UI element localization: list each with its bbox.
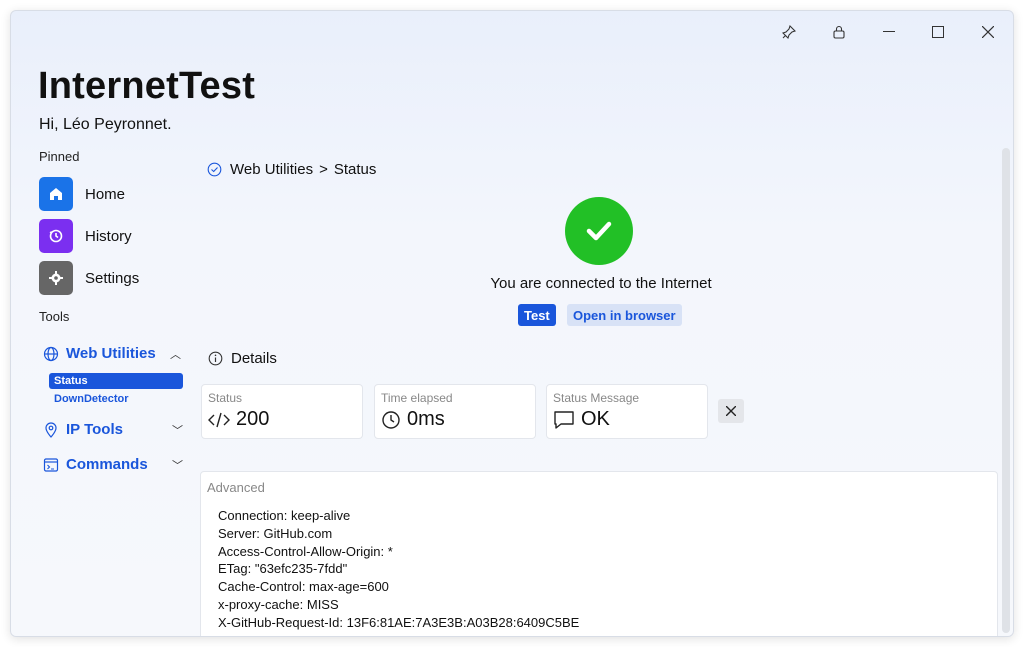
time-elapsed-card: Time elapsed 0ms — [374, 384, 536, 439]
card-value: 200 — [236, 408, 270, 430]
card-value: 0ms — [407, 408, 445, 430]
scrollbar[interactable] — [1002, 148, 1010, 633]
header-line: X-GitHub-Request-Id: 13F6:81AE:7A3E3B:A0… — [218, 614, 580, 630]
breadcrumb-current: Status — [333, 161, 377, 178]
header-line: Server: GitHub.com — [218, 525, 333, 541]
sidebar-item-downdetector[interactable]: DownDetector — [49, 391, 134, 407]
greeting-text: Hi, Léo Peyronnet. — [39, 116, 172, 133]
home-icon — [39, 177, 73, 211]
advanced-panel: Advanced Connection: keep-alive Server: … — [200, 471, 998, 636]
sidebar-group-commands[interactable]: Commands ﹀ — [43, 456, 183, 473]
close-button[interactable] — [973, 21, 1003, 43]
location-icon — [45, 421, 57, 438]
minimize-button[interactable] — [874, 21, 904, 43]
sidebar-group-label: IP Tools — [66, 421, 123, 438]
sidebar-item-settings[interactable]: Settings — [39, 261, 139, 295]
card-label: Time elapsed — [381, 391, 453, 405]
breadcrumb-parent[interactable]: Web Utilities — [230, 161, 313, 178]
status-message: You are connected to the Internet — [490, 275, 712, 292]
status-message-card: Status Message OK — [546, 384, 708, 439]
gear-icon — [39, 261, 73, 295]
header-line: Connection: keep-alive — [218, 508, 351, 523]
sidebar-item-history[interactable]: History — [39, 219, 132, 253]
lock-icon — [833, 25, 845, 39]
breadcrumb-separator: > — [319, 161, 328, 178]
chevron-down-icon: ﹀ — [172, 459, 183, 472]
card-label: Status — [208, 391, 243, 405]
breadcrumb: Web Utilities > Status — [207, 161, 376, 178]
pin-button[interactable] — [774, 21, 804, 43]
close-icon — [982, 26, 994, 38]
close-icon — [726, 406, 736, 416]
sidebar-item-label: Home — [85, 185, 126, 203]
details-title: Details — [231, 350, 277, 367]
pin-icon — [782, 25, 796, 39]
header-line: Access-Control-Allow-Origin: * — [218, 543, 393, 559]
card-label: Status Message — [553, 391, 640, 405]
status-check-icon — [565, 197, 633, 265]
header-line: x-proxy-cache: MISS — [218, 596, 339, 612]
clock-icon — [382, 410, 400, 429]
sidebar-item-status[interactable]: Status — [49, 373, 183, 389]
tools-label: Tools — [39, 309, 70, 324]
chevron-up-icon: ︿ — [170, 348, 181, 361]
sidebar-group-ip-tools[interactable]: IP Tools ﹀ — [43, 421, 183, 438]
header-line: ETag: "63efc235-7fdd" — [218, 561, 348, 577]
sidebar-item-label: History — [85, 227, 132, 245]
minimize-icon — [883, 31, 895, 32]
lock-button[interactable] — [824, 21, 854, 43]
sidebar-item-home[interactable]: Home — [39, 177, 125, 211]
test-button[interactable]: Test — [518, 304, 556, 326]
card-value: OK — [581, 408, 610, 430]
header-line: Cache-Control: max-age=600 — [218, 579, 389, 595]
sidebar-group-web-utilities[interactable]: Web Utilities ︿ — [43, 345, 183, 362]
details-heading: Details — [208, 350, 277, 367]
sidebar-group-label: Web Utilities — [66, 345, 156, 362]
code-icon — [208, 412, 230, 427]
history-icon — [39, 219, 73, 253]
sidebar-group-label: Commands — [66, 456, 148, 473]
dismiss-details-button[interactable] — [718, 399, 744, 423]
maximize-button[interactable] — [923, 21, 953, 43]
message-icon — [554, 410, 574, 429]
check-circle-icon — [207, 162, 222, 177]
terminal-icon — [43, 457, 59, 472]
maximize-icon — [932, 26, 944, 38]
status-code-card: Status 200 — [201, 384, 363, 439]
advanced-label: Advanced — [207, 480, 265, 495]
pinned-label: Pinned — [39, 149, 80, 164]
globe-icon — [43, 346, 59, 361]
app-title: InternetTest — [38, 65, 256, 107]
sidebar-item-label: Settings — [85, 269, 140, 287]
app-window: InternetTest Hi, Léo Peyronnet. Pinned H… — [10, 10, 1014, 637]
info-icon — [208, 351, 223, 366]
open-in-browser-button[interactable]: Open in browser — [567, 304, 682, 326]
chevron-down-icon: ﹀ — [172, 424, 183, 437]
response-headers: Connection: keep-alive Server: GitHub.co… — [218, 507, 579, 632]
